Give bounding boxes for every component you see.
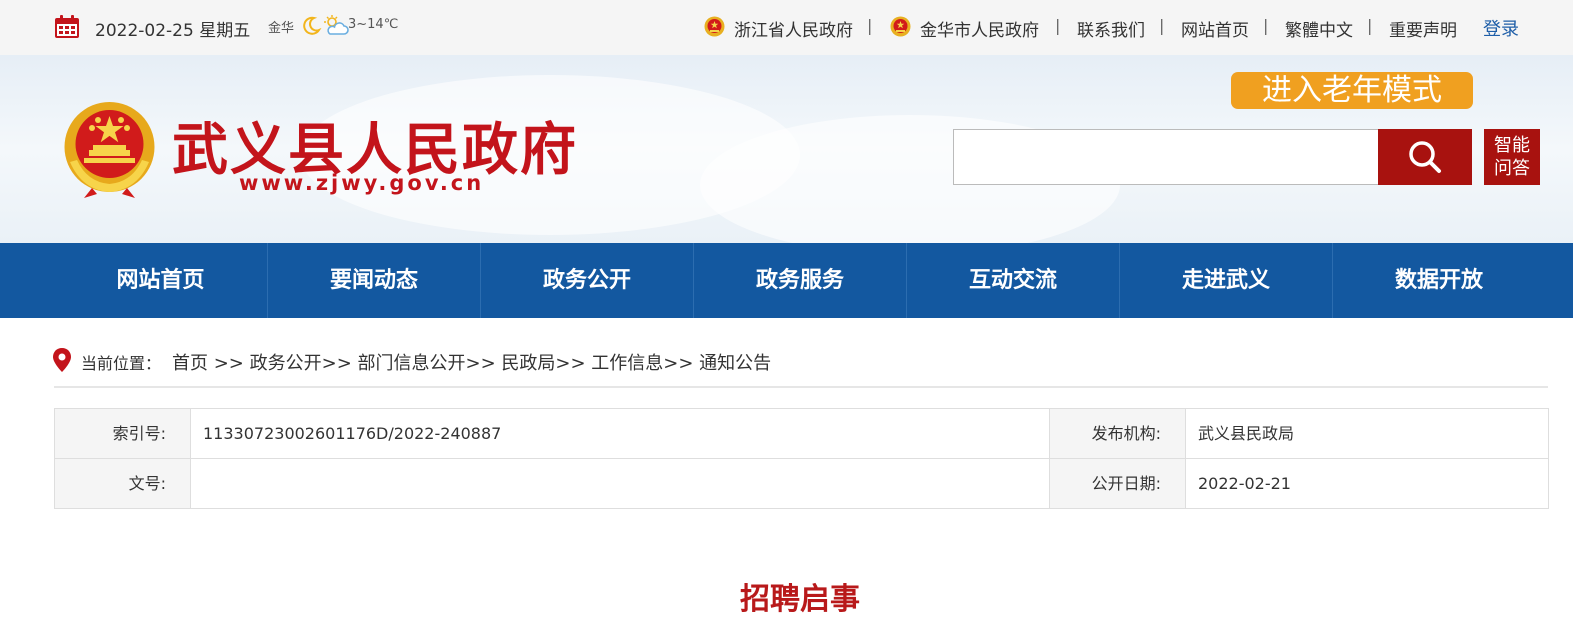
publisher-value: 武义县民政局: [1198, 424, 1295, 443]
search-button[interactable]: [1378, 129, 1472, 185]
search-input[interactable]: [953, 129, 1379, 185]
separator: |: [1367, 16, 1373, 35]
link-contact-us[interactable]: 联系我们: [1077, 16, 1145, 41]
index-label: 索引号:: [55, 409, 190, 458]
main-nav: 网站首页 要闻动态 政务公开 政务服务 互动交流 走进武义 数据开放: [0, 243, 1573, 318]
publisher-label: 发布机构:: [1050, 409, 1185, 458]
weather-temperature: 3~14℃: [348, 17, 399, 32]
table-divider: [1185, 409, 1186, 508]
divider: [54, 386, 1548, 388]
emblem-icon: [704, 16, 725, 37]
calendar-icon: [55, 15, 79, 38]
docno-label: 文号:: [55, 459, 190, 508]
nav-item-interaction[interactable]: 互动交流: [906, 243, 1119, 318]
smart-qa-label: 智能: [1494, 135, 1530, 156]
nav-item-gov-services[interactable]: 政务服务: [693, 243, 906, 318]
elder-mode-button[interactable]: 进入老年模式: [1231, 72, 1473, 109]
link-traditional-chinese[interactable]: 繁體中文: [1285, 16, 1353, 41]
search-icon: [1409, 141, 1441, 173]
breadcrumb[interactable]: 首页 >> 政务公开>> 部门信息公开>> 民政局>> 工作信息>> 通知公告: [172, 349, 771, 375]
link-disclaimer[interactable]: 重要声明: [1389, 16, 1457, 41]
site-header: 武义县人民政府 www.zjwy.gov.cn 进入老年模式 智能 问答: [0, 55, 1573, 243]
nav-item-news[interactable]: 要闻动态: [267, 243, 480, 318]
nav-item-home[interactable]: 网站首页: [54, 243, 267, 318]
current-date: 2022-02-25 星期五: [95, 21, 251, 41]
link-zhejiang-gov[interactable]: 浙江省人民政府: [734, 16, 853, 41]
cloud-sun-icon: [324, 15, 349, 35]
table-divider: [190, 409, 191, 508]
login-link[interactable]: 登录: [1483, 15, 1519, 41]
smart-qa-button[interactable]: 智能 问答: [1484, 129, 1540, 185]
location-pin-icon: [53, 348, 71, 372]
smart-qa-label: 问答: [1494, 158, 1530, 179]
separator: |: [1159, 16, 1165, 35]
link-site-home[interactable]: 网站首页: [1181, 16, 1249, 41]
article-title: 招聘启事: [740, 582, 860, 617]
index-value: 11330723002601176D/2022-240887: [203, 424, 502, 443]
emblem-icon: [890, 16, 911, 37]
table-divider: [1049, 409, 1050, 508]
nav-item-about-wuyi[interactable]: 走进武义: [1119, 243, 1332, 318]
date-value: 2022-02-21: [1198, 474, 1291, 493]
separator: |: [867, 16, 873, 35]
document-meta-table: 索引号: 11330723002601176D/2022-240887 发布机构…: [54, 408, 1549, 509]
link-jinhua-gov[interactable]: 金华市人民政府: [920, 16, 1039, 41]
breadcrumb-label: 当前位置：: [81, 354, 162, 373]
date-label: 公开日期:: [1050, 459, 1185, 508]
weather-city: 金华: [268, 21, 295, 36]
site-url: www.zjwy.gov.cn: [239, 171, 485, 195]
top-bar: 2022-02-25 星期五 金华 3~14℃ 浙江省人民政府 | 金华市人民政…: [0, 0, 1573, 55]
separator: |: [1263, 16, 1269, 35]
nav-item-gov-affairs-open[interactable]: 政务公开: [480, 243, 693, 318]
national-emblem-logo: [64, 102, 155, 198]
separator: |: [1055, 16, 1061, 35]
moon-icon: [303, 16, 322, 35]
table-divider: [55, 458, 1548, 459]
nav-item-open-data[interactable]: 数据开放: [1332, 243, 1545, 318]
